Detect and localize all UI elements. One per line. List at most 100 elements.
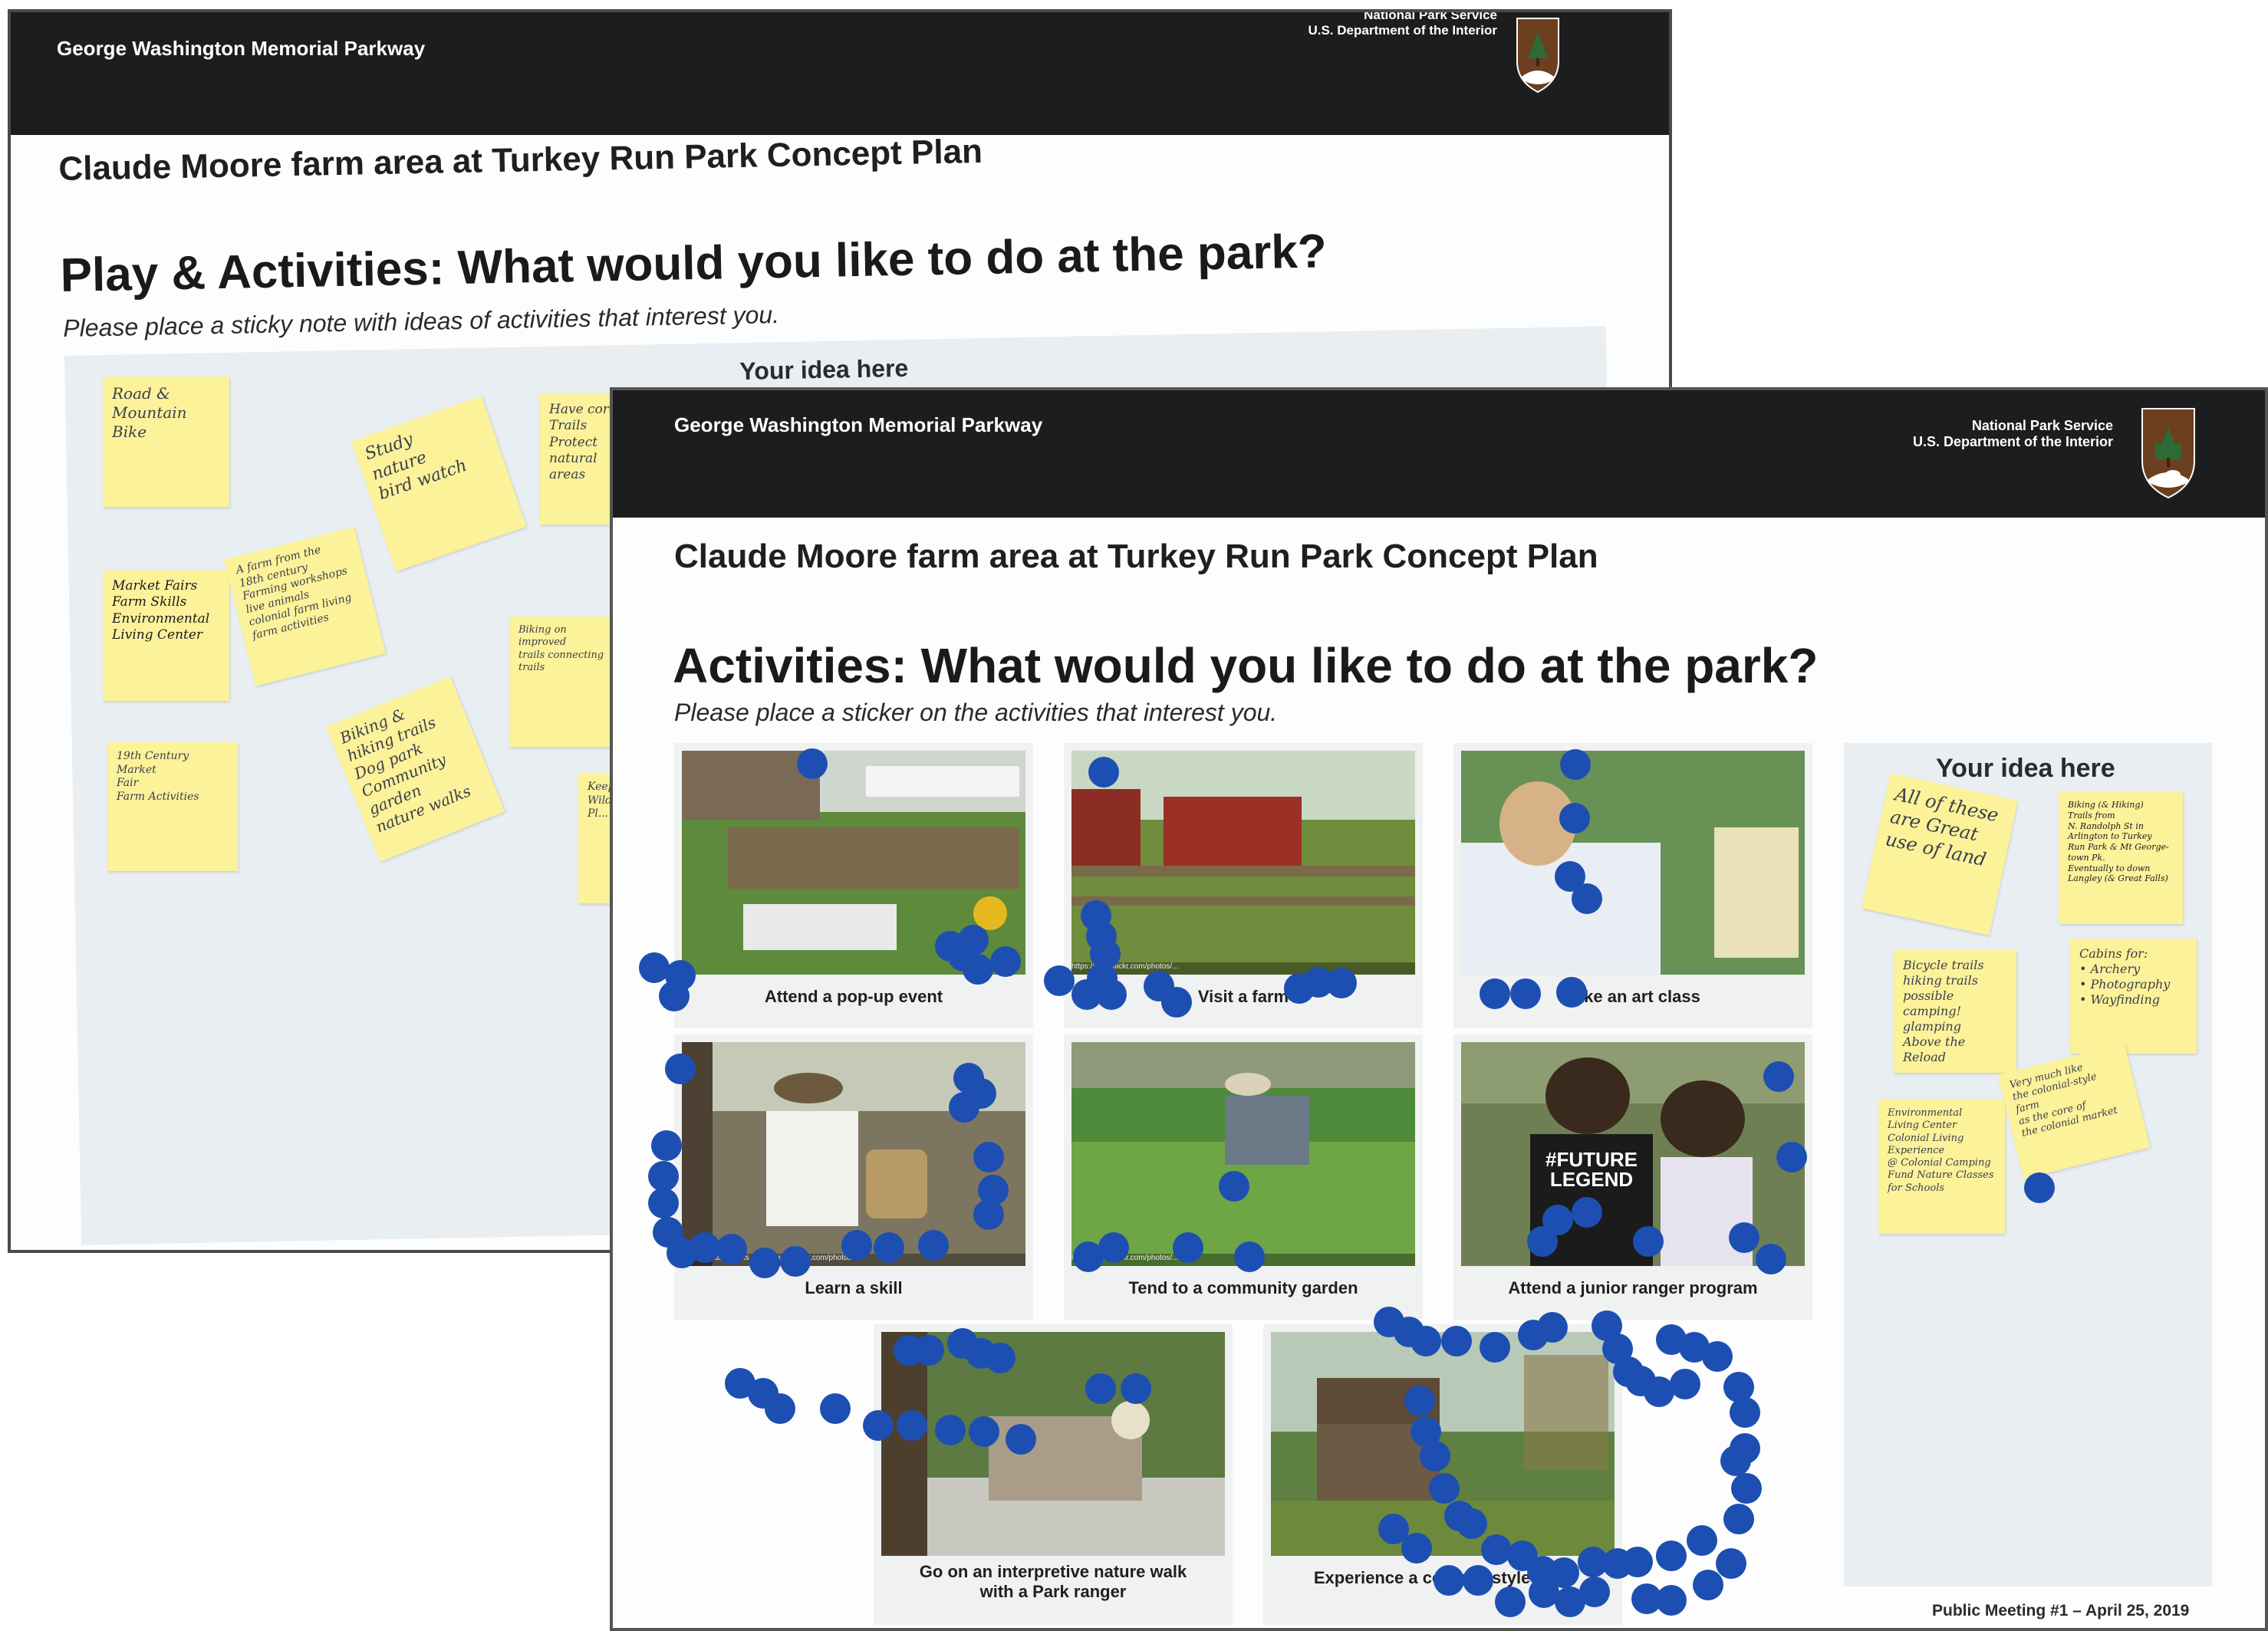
sticker-dot <box>1441 1326 1472 1356</box>
sticker-dot <box>1234 1241 1265 1272</box>
plan-title: Claude Moore farm area at Turkey Run Par… <box>58 132 983 188</box>
sticker-dot <box>1730 1397 1760 1428</box>
sticker-dot <box>1420 1441 1450 1472</box>
sticker-dot <box>765 1393 795 1424</box>
sticker-dot <box>973 1142 1004 1172</box>
park-name: George Washington Memorial Parkway <box>674 413 1043 436</box>
sticker-dot <box>1556 977 1587 1008</box>
sticker-dot <box>1219 1171 1249 1202</box>
sticker-dot <box>1085 1373 1116 1404</box>
agency-line2: U.S. Department of the Interior <box>1308 22 1497 38</box>
plan-title: Claude Moore farm area at Turkey Run Par… <box>674 538 1598 575</box>
activity-photo-farm <box>1071 751 1415 975</box>
sticker-dot <box>1401 1533 1432 1564</box>
sticker-dot <box>841 1230 872 1261</box>
sticky-note: Biking on improved trails connecting tra… <box>509 617 624 747</box>
sticker-dot <box>1633 1226 1664 1257</box>
idea-label: Your idea here <box>739 353 909 385</box>
sticker-dot <box>958 925 989 955</box>
sticker-dot <box>1404 1386 1435 1416</box>
activity-photo-garden <box>1071 1042 1415 1266</box>
sticker-dot <box>949 1092 979 1123</box>
instruction: Please place a sticky note with ideas of… <box>63 301 780 342</box>
sticker-dot <box>1098 1232 1129 1263</box>
sticker-dot <box>1572 883 1602 914</box>
sticker-dot <box>897 1410 927 1441</box>
agency-label: National Park Service U.S. Department of… <box>1308 9 1497 38</box>
nps-arrowhead-logo <box>2139 406 2197 501</box>
sticker-dot <box>978 1175 1009 1205</box>
sticker-dot <box>1559 803 1590 834</box>
sticker-dot <box>1729 1222 1759 1253</box>
activity-photo-nature-walk <box>881 1332 1225 1556</box>
sticker-dot <box>1537 1312 1568 1343</box>
sticker-dot <box>1716 1548 1746 1579</box>
agency-line1: National Park Service <box>1364 9 1497 22</box>
agency-label: National Park Service U.S. Department of… <box>1913 418 2113 449</box>
sticker-dot <box>1121 1373 1151 1404</box>
nps-arrowhead-logo <box>1514 15 1562 95</box>
activity-card: #FUTURE LEGEND Attend a junior ranger pr… <box>1453 1034 1812 1320</box>
sticker-dot <box>1579 1577 1610 1607</box>
question-title: Activities: What would you like to do at… <box>673 638 1819 693</box>
sticker-dot <box>665 1054 696 1084</box>
activity-label: Tend to a community garden <box>1128 1278 1358 1297</box>
sticker-dot <box>985 1343 1015 1373</box>
sticky-note: Environmental Living Center Colonial Liv… <box>1878 1100 2005 1234</box>
activity-label: Attend a junior ranger program <box>1508 1278 1758 1297</box>
sticker-dot <box>1656 1585 1687 1616</box>
sticky-note: Market Fairs Farm Skills Environmental L… <box>103 571 229 701</box>
shirt-text: #FUTURE LEGEND <box>1545 1148 1638 1191</box>
sticker-dot <box>1429 1473 1460 1504</box>
agency-line2: U.S. Department of the Interior <box>1912 433 2113 449</box>
sticky-note: Biking (& Hiking) Trails from N. Randolp… <box>2059 792 2183 924</box>
sticker-dot <box>1763 1061 1794 1092</box>
sticker-dot <box>969 1416 999 1447</box>
sticker-dot <box>1572 1197 1602 1228</box>
sticker-dot <box>1720 1445 1751 1476</box>
sticker-dot <box>1693 1570 1723 1600</box>
sticker-dot <box>659 981 690 1011</box>
sticker-dot <box>1088 757 1119 788</box>
activity-label: Go on an interpretive nature walk with a… <box>919 1562 1187 1602</box>
sticker-dot <box>651 1130 682 1161</box>
agency-line1: National Park Service <box>1971 418 2113 433</box>
activity-label: Attend a pop-up event <box>764 987 943 1006</box>
footer-meeting-date: Public Meeting #1 – April 25, 2019 <box>1932 1602 2190 1619</box>
sticker-dot <box>716 1234 747 1264</box>
sticker-dot <box>780 1246 811 1277</box>
sticker-dot <box>990 946 1021 977</box>
sticker-dot <box>913 1335 944 1366</box>
sticker-dot <box>749 1248 780 1278</box>
instruction: Please place a sticker on the activities… <box>674 699 1278 726</box>
sticker-dot <box>1480 978 1510 1009</box>
sticky-note: 19th Century Market Fair Farm Activities <box>107 742 238 871</box>
sticker-dot <box>1480 1332 1510 1363</box>
sticker-dot <box>648 1161 679 1192</box>
sticker-dot <box>935 1415 966 1445</box>
sticker-dot <box>863 1410 894 1441</box>
sticker-dot <box>1457 1508 1487 1539</box>
sticky-note: Bicycle trails hiking trails possible ca… <box>1894 950 2016 1073</box>
sticker-dot <box>690 1232 720 1263</box>
sticker-dot <box>1702 1341 1733 1372</box>
photo-credit: https://www.flickr.com/photos/... <box>1071 962 1415 975</box>
sticker-dot <box>953 1063 984 1093</box>
sticker-dot <box>1161 987 1192 1018</box>
sticker-dot <box>1560 749 1591 780</box>
sticker-dot <box>874 1232 904 1263</box>
sticker-dot <box>648 1188 679 1218</box>
sticker-dot <box>1656 1541 1687 1571</box>
sticker-dot <box>1756 1244 1786 1274</box>
sticker-dot <box>2024 1172 2055 1203</box>
sticky-note: Road & Mountain Bike <box>103 377 229 507</box>
activity-card: Go on an interpretive nature walk with a… <box>874 1324 1233 1625</box>
sticky-note: Cabins for: • Archery • Photography • Wa… <box>2070 939 2197 1054</box>
sticker-dot <box>1687 1525 1717 1556</box>
park-name: George Washington Memorial Parkway <box>57 37 426 60</box>
sticker-dot <box>1495 1587 1526 1617</box>
front-poster: George Washington Memorial Parkway Natio… <box>610 387 2268 1631</box>
sticker-dot <box>1006 1424 1036 1455</box>
question-title: Play & Activities: What would you like t… <box>60 225 1328 302</box>
sticker-dot <box>797 748 828 779</box>
